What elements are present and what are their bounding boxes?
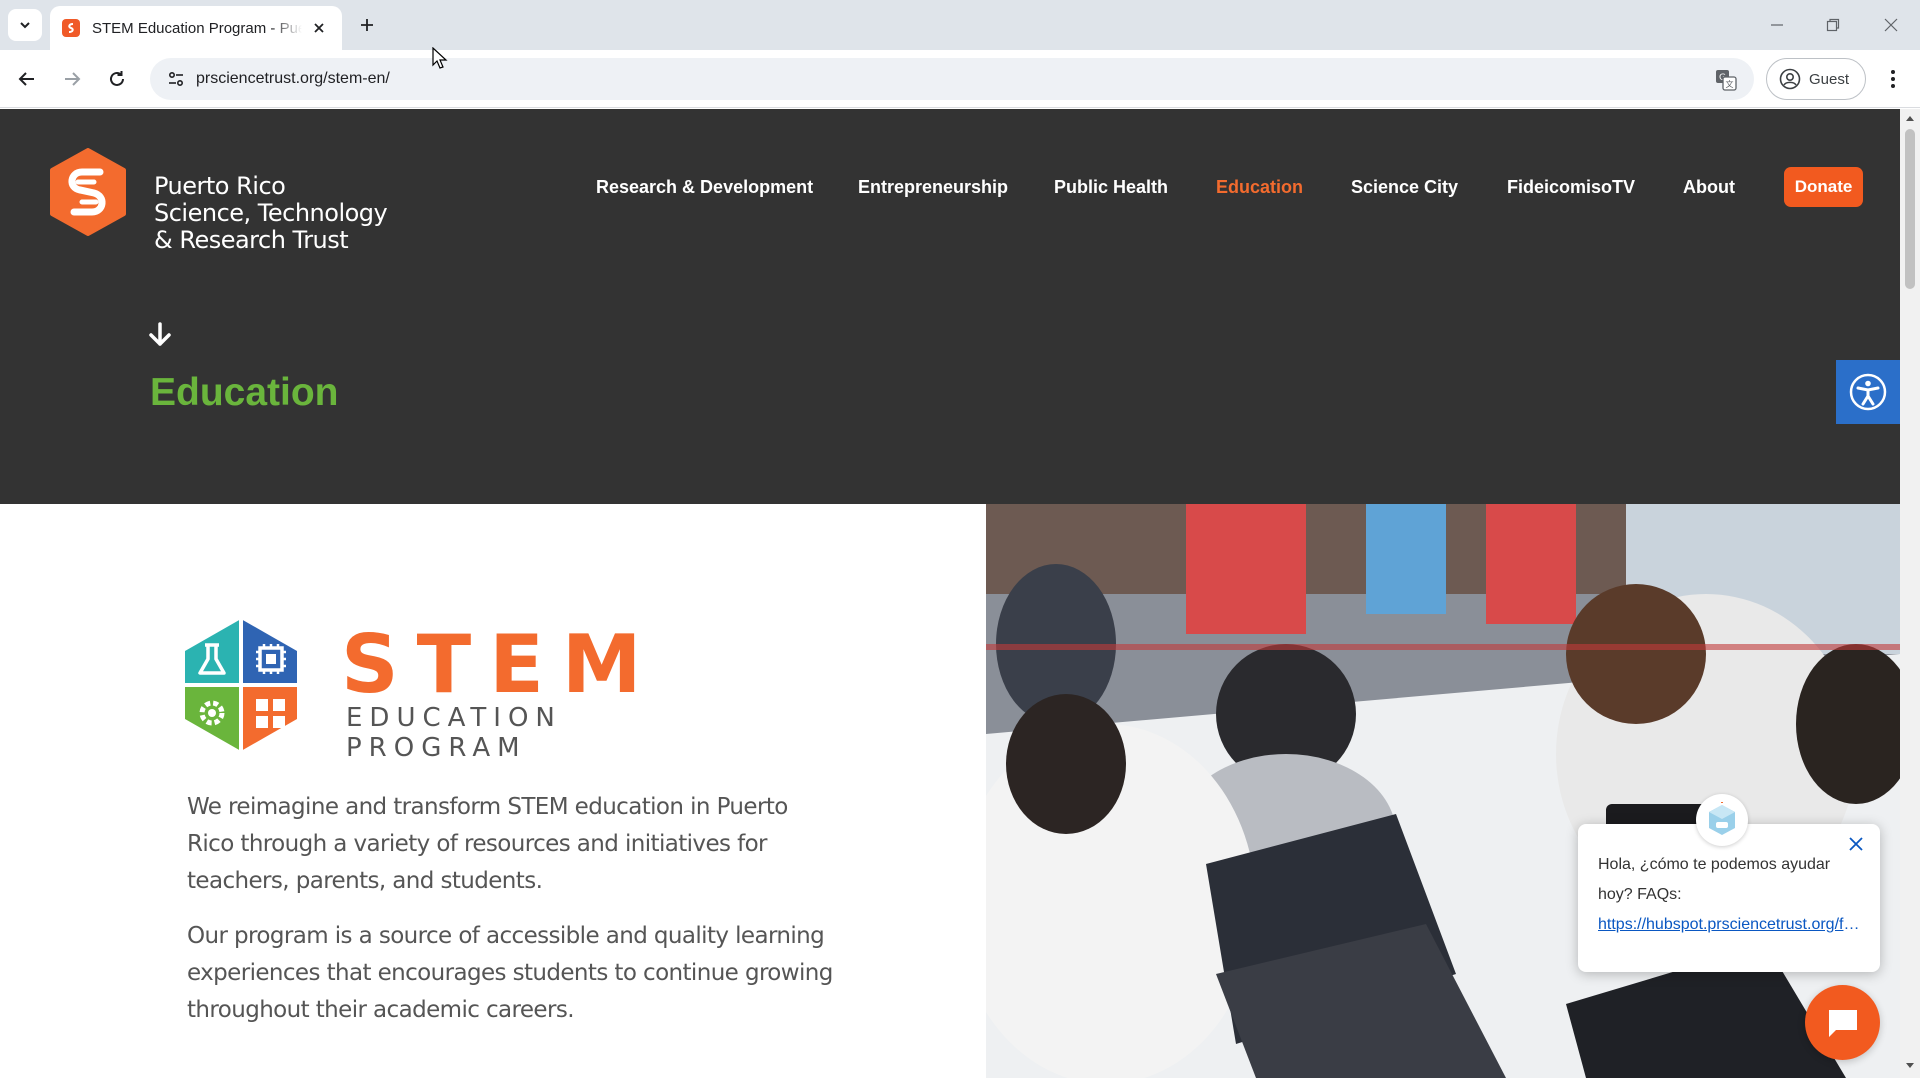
back-button[interactable] (10, 62, 44, 96)
restore-icon (1826, 18, 1840, 32)
forward-icon (65, 72, 81, 86)
close-window-button[interactable] (1871, 10, 1911, 40)
nav-education[interactable]: Education (1216, 177, 1303, 198)
accessibility-button[interactable] (1836, 360, 1900, 424)
hero-section: Puerto Rico Science, Technology & Resear… (0, 109, 1900, 504)
minimize-button[interactable] (1757, 10, 1797, 40)
reload-icon (110, 71, 124, 86)
tab-list-button[interactable] (8, 9, 42, 41)
browser-menu-button[interactable] (1878, 62, 1908, 96)
forward-button[interactable] (55, 62, 89, 96)
intro-paragraph: We reimagine and transform STEM educatio… (187, 794, 788, 894)
site-info-button[interactable] (156, 59, 196, 99)
close-icon (314, 23, 324, 33)
browser-toolbar: prsciencetrust.org/stem-en/ G文 Guest (0, 50, 1920, 108)
robot-icon (1709, 802, 1735, 835)
profile-label: Guest (1809, 70, 1850, 88)
arrow-down-icon[interactable] (148, 322, 172, 348)
close-icon (1884, 18, 1898, 32)
stem-logo-subtitle: EDUCATION PROGRAM (346, 703, 562, 763)
students-classroom-photo (986, 504, 1900, 1078)
chevron-down-icon (20, 22, 30, 29)
accessibility-icon (1849, 373, 1887, 411)
tab-close-button[interactable] (308, 17, 330, 39)
restore-button[interactable] (1813, 10, 1853, 40)
plus-icon (361, 19, 373, 31)
main-nav: Research & Development Entrepreneurship … (0, 167, 1900, 207)
nav-about[interactable]: About (1683, 177, 1735, 198)
nav-research-development[interactable]: Research & Development (596, 177, 813, 198)
chat-popup: Hola, ¿cómo te podemos ayudar hoy? FAQs:… (1578, 794, 1880, 972)
donate-button[interactable]: Donate (1784, 167, 1863, 207)
url-text[interactable]: prsciencetrust.org/stem-en/ (196, 70, 390, 88)
more-icon (1891, 70, 1895, 88)
stem-hexagon-icon (185, 619, 297, 751)
profile-button[interactable]: Guest (1766, 58, 1866, 100)
nav-fideicomisotv[interactable]: FideicomisoTV (1507, 177, 1635, 198)
intro-paragraph: Our program is a source of accessible an… (187, 923, 833, 1023)
page-viewport: Puerto Rico Science, Technology & Resear… (0, 109, 1900, 1078)
browser-tab-active[interactable]: STEM Education Program - Puerto Rico Sci… (50, 6, 342, 50)
translate-button[interactable]: G文 (1712, 66, 1740, 94)
chat-launcher-button[interactable] (1805, 985, 1880, 1060)
scroll-down-arrow[interactable] (1905, 1061, 1915, 1071)
close-icon (1849, 837, 1863, 851)
nav-entrepreneurship[interactable]: Entrepreneurship (858, 177, 1008, 198)
intro-text: We reimagine and transform STEM educatio… (187, 789, 837, 1029)
logo-line: & Research Trust (154, 226, 349, 254)
new-tab-button[interactable] (352, 10, 382, 40)
page-scrollbar[interactable] (1900, 109, 1920, 1078)
chat-bot-avatar (1696, 794, 1748, 846)
mouse-cursor-icon (432, 47, 448, 69)
minimize-icon (1771, 24, 1783, 26)
back-icon (18, 72, 34, 86)
chat-icon (1828, 1009, 1857, 1037)
page-title: Education (150, 371, 339, 414)
reload-button[interactable] (100, 62, 134, 96)
site-info-icon (168, 71, 184, 87)
chat-faq-link[interactable]: https://hubspot.prsciencetrust.org/faqs (1598, 910, 1860, 940)
nav-science-city[interactable]: Science City (1351, 177, 1458, 198)
profile-icon (1779, 68, 1801, 90)
svg-text:文: 文 (1726, 79, 1734, 89)
translate-icon: G文 (1716, 70, 1737, 91)
chat-close-button[interactable] (1846, 834, 1866, 854)
browser-tabstrip: STEM Education Program - Puerto Rico Sci… (0, 0, 1920, 50)
chat-message: Hola, ¿cómo te podemos ayudar hoy? FAQs: (1598, 856, 1831, 903)
scrollbar-thumb[interactable] (1905, 129, 1915, 289)
tab-title: STEM Education Program - Puerto Rico Sci… (92, 19, 302, 37)
favicon-icon (62, 19, 80, 37)
scroll-up-arrow[interactable] (1905, 113, 1915, 123)
stem-program-logo: STEM EDUCATION PROGRAM (176, 615, 641, 763)
address-bar[interactable]: prsciencetrust.org/stem-en/ G文 (150, 58, 1754, 100)
stem-logo-word: STEM (341, 618, 660, 711)
nav-public-health[interactable]: Public Health (1054, 177, 1168, 198)
